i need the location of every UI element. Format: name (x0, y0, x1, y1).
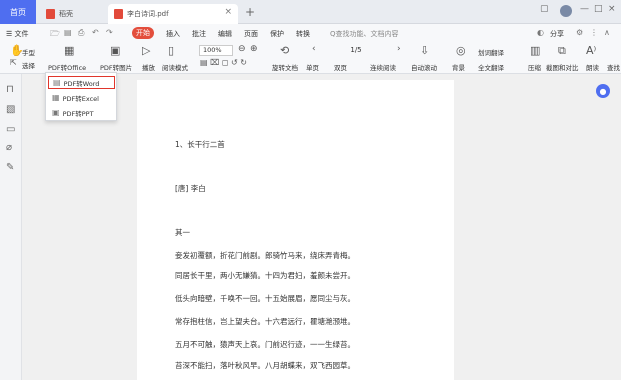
poem-heading: 1、长干行二首 (175, 140, 225, 149)
double-page-button[interactable]: 双页 (334, 62, 347, 72)
collapse-ribbon-icon[interactable]: ∧ (604, 28, 610, 37)
menu-edit[interactable]: 编辑 (218, 29, 232, 39)
pdf-to-office-icon[interactable]: ▦ (64, 44, 74, 57)
select-tool-icon[interactable]: ⇱ (10, 58, 17, 67)
excel-icon: ▦ (52, 93, 60, 102)
zoom-out-icon[interactable]: ⊖ (238, 44, 246, 54)
search-input[interactable]: Q查找功能、文档内容 (330, 29, 399, 39)
poem-section: 其一 (175, 228, 190, 237)
minimize-button[interactable]: — (580, 4, 589, 14)
share-button[interactable]: 分享 (550, 29, 564, 39)
word-icon: ▤ (53, 78, 61, 87)
prev-page-icon[interactable]: ‹ (312, 44, 316, 54)
play-button[interactable]: 播放 (142, 62, 155, 72)
read-aloud-icon[interactable]: A⁾ (586, 44, 596, 57)
select-tool-label[interactable]: 选择 (22, 60, 35, 70)
continuous-read-button[interactable]: 连续阅读 (370, 62, 396, 72)
fit-page-icon[interactable]: ▤ ⌧ ◻ ↺ ↻ (200, 58, 247, 67)
bookmark-icon[interactable]: ⊓ (6, 84, 14, 95)
pdf-to-office-dropdown: ▤ PDF转Word ▦ PDF转Excel ▣ PDF转PPT (45, 72, 117, 121)
ppt-icon: ▣ (52, 108, 60, 117)
thumbnail-icon[interactable]: ▧ (6, 104, 15, 115)
attachment-icon[interactable]: ⌀ (6, 142, 12, 153)
menu-page[interactable]: 页面 (244, 29, 258, 39)
auto-scroll-icon[interactable]: ⇩ (420, 44, 429, 57)
left-sidebar: ⊓ ▧ ▭ ⌀ ✎ (0, 74, 22, 380)
dropdown-item-label: PDF转Word (63, 79, 100, 88)
next-page-icon[interactable]: › (397, 44, 401, 54)
poem-line: 同居长干里，两小无嫌猜。十四为君妇，羞颜未尝开。 (175, 271, 355, 280)
screenshot-icon[interactable]: ⧉ (558, 44, 566, 58)
read-mode-button[interactable]: 阅读模式 (162, 62, 188, 72)
settings-icon[interactable]: ⚙ (576, 28, 583, 37)
dropdown-item-pdf-to-word[interactable]: ▤ PDF转Word (48, 76, 115, 89)
rotate-button[interactable]: 旋转文档 (272, 62, 298, 72)
find-button[interactable]: 查找 (607, 62, 620, 72)
dropdown-item-pdf-to-excel[interactable]: ▦ PDF转Excel (48, 91, 115, 104)
open-icon[interactable]: 🗁 (50, 28, 60, 42)
poem-author: [唐] 李白 (175, 184, 206, 193)
comment-icon[interactable]: ▭ (6, 124, 15, 135)
screenshot-compare-button[interactable]: 截图和对比 (546, 62, 579, 72)
sync-icon[interactable]: ◐ (537, 28, 544, 37)
menu-comment[interactable]: 批注 (192, 29, 206, 39)
page-indicator[interactable]: 1/5 (324, 45, 388, 56)
window-layout-icon[interactable]: ▢ (540, 4, 549, 14)
hand-tool-label[interactable]: 手型 (22, 47, 35, 57)
poem-line: 低头向暗壁，千唤不一回。十五始展眉，愿同尘与灰。 (175, 294, 355, 303)
poem-line: 妾发初覆额，折花门前剧。郎骑竹马来，绕床弄青梅。 (175, 251, 355, 260)
dropdown-item-pdf-to-ppt[interactable]: ▣ PDF转PPT (48, 106, 115, 119)
pdf-to-image-icon[interactable]: ▣ (110, 44, 120, 57)
background-button[interactable]: 背景 (452, 62, 465, 72)
read-aloud-button[interactable]: 朗读 (586, 62, 599, 72)
menu-file[interactable]: ☰ 文件 (6, 29, 29, 39)
close-window-button[interactable]: × (608, 4, 616, 14)
tab-label: 稻壳 (59, 10, 73, 18)
menu-insert[interactable]: 插入 (166, 29, 180, 39)
save-icon[interactable]: ▤ (64, 28, 72, 37)
home-tab[interactable]: 首页 (0, 0, 36, 24)
tab-pdf-document[interactable]: 李白诗词.pdf × (108, 4, 238, 24)
zoom-select[interactable]: 100% (199, 45, 233, 56)
background-icon[interactable]: ◎ (456, 44, 466, 57)
menu-protect[interactable]: 保护 (270, 29, 284, 39)
undo-icon[interactable]: ↶ (92, 28, 99, 37)
poem-line: 五月不可触，猿声天上哀。门前迟行迹，一一生绿苔。 (175, 340, 355, 349)
pdf-file-icon (114, 9, 123, 19)
close-tab-icon[interactable]: × (224, 7, 232, 17)
title-bar: 首页 稻壳 李白诗词.pdf × + ▢ — □ × (0, 0, 621, 24)
translate-button[interactable]: 划词翻译 (478, 47, 504, 57)
maximize-button[interactable]: □ (594, 4, 603, 14)
print-icon[interactable]: ⎙ (78, 28, 84, 38)
signature-icon[interactable]: ✎ (6, 162, 14, 173)
poem-line: 常存抱柱信，岂上望夫台。十六君远行，瞿塘滟滪堆。 (175, 317, 355, 326)
dropdown-item-label: PDF转PPT (62, 109, 94, 118)
pdf-to-image-button[interactable]: PDF转图片 (100, 62, 132, 72)
read-mode-icon[interactable]: ▯ (168, 44, 174, 57)
poem-line: 苔深不能扫，落叶秋风早。八月胡蝶来，双飞西园草。 (175, 361, 355, 370)
menu-convert[interactable]: 转换 (296, 29, 310, 39)
pdf-to-office-button[interactable]: PDF转Office (48, 62, 86, 72)
compress-icon[interactable]: ▥ (530, 44, 540, 57)
rotate-icon[interactable]: ⟲ (280, 44, 289, 57)
compress-button[interactable]: 压缩 (528, 62, 541, 72)
tab-label: 李白诗词.pdf (127, 10, 169, 18)
play-icon[interactable]: ▷ (142, 44, 150, 57)
auto-scroll-button[interactable]: 自动滚动 (411, 62, 437, 72)
menu-start[interactable]: 开始 (132, 27, 154, 39)
redo-icon[interactable]: ↷ (106, 28, 113, 37)
avatar[interactable] (560, 5, 572, 17)
tab-daoke[interactable]: 稻壳 (40, 4, 106, 24)
assistant-float-button[interactable]: ● (596, 84, 610, 98)
dropdown-item-label: PDF转Excel (62, 94, 99, 103)
more-icon[interactable]: ⋮ (590, 28, 598, 37)
full-translate-button[interactable]: 全文翻译 (478, 62, 504, 72)
new-tab-button[interactable]: + (245, 5, 255, 19)
zoom-in-icon[interactable]: ⊕ (250, 44, 258, 54)
single-page-button[interactable]: 单页 (306, 62, 319, 72)
daoke-icon (46, 9, 55, 19)
menu-bar: ☰ 文件 🗁 ▤ ⎙ ↶ ↷ 开始 插入 批注 编辑 页面 保护 转换 Q查找功… (0, 24, 621, 42)
